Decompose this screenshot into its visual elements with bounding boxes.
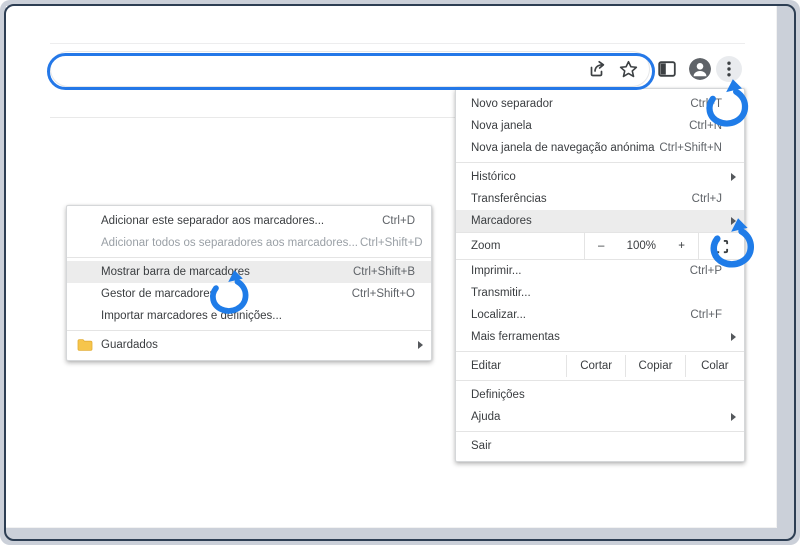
edit-label: Editar (471, 360, 502, 372)
submenu-item-adicionar-todos: Adicionar todos os separadores aos marca… (67, 232, 431, 254)
toolbar-top-divider (50, 43, 745, 44)
menu-item-ajuda[interactable]: Ajuda (456, 406, 744, 428)
cut-button[interactable]: Cortar (566, 355, 625, 377)
menu-item-marcadores[interactable]: Marcadores (456, 210, 744, 232)
paste-button[interactable]: Colar (684, 355, 744, 377)
zoom-level: 100% (626, 240, 657, 252)
menu-item-shortcut: Ctrl+N (689, 120, 722, 132)
menu-item-imprimir[interactable]: Imprimir... Ctrl+P (456, 260, 744, 282)
share-icon[interactable] (586, 58, 608, 80)
toolbar-bottom-divider (50, 117, 455, 118)
menu-item-label: Guardados (101, 339, 158, 351)
submenu-arrow-icon (731, 217, 736, 225)
submenu-item-importar[interactable]: Importar marcadores e definições... (67, 305, 431, 327)
menu-item-label: Definições (471, 389, 525, 401)
menu-separator (67, 257, 431, 258)
menu-item-nova-janela-anonima[interactable]: Nova janela de navegação anónima Ctrl+Sh… (456, 137, 744, 159)
menu-item-label: Novo separador (471, 98, 553, 110)
menu-item-label: Sair (471, 440, 492, 452)
zoom-in-button[interactable]: + (678, 240, 685, 252)
zoom-label: Zoom (471, 240, 501, 252)
menu-item-novo-separador[interactable]: Novo separador Ctrl+T (456, 93, 744, 115)
menu-item-label: Importar marcadores e definições... (101, 310, 282, 322)
menu-item-localizar[interactable]: Localizar... Ctrl+F (456, 304, 744, 326)
menu-item-label: Imprimir... (471, 265, 522, 277)
folder-icon (77, 339, 93, 351)
menu-separator (456, 380, 744, 381)
menu-item-shortcut: Ctrl+Shift+D (359, 237, 423, 249)
menu-item-label: Mostrar barra de marcadores (101, 266, 250, 278)
submenu-item-gestor[interactable]: Gestor de marcadores Ctrl+Shift+O (67, 283, 431, 305)
submenu-arrow-icon (731, 173, 736, 181)
menu-item-definicoes[interactable]: Definições (456, 384, 744, 406)
browser-menu: Novo separador Ctrl+T Nova janela Ctrl+N… (455, 88, 745, 462)
menu-separator (456, 431, 744, 432)
fullscreen-button[interactable] (699, 233, 744, 259)
menu-item-label: Mais ferramentas (471, 331, 560, 343)
zoom-out-button[interactable]: – (598, 240, 604, 252)
menu-item-mais-ferramentas[interactable]: Mais ferramentas (456, 326, 744, 348)
menu-item-shortcut: Ctrl+T (690, 98, 722, 110)
menu-item-zoom: Zoom – 100% + (456, 232, 744, 260)
submenu-arrow-icon (731, 413, 736, 421)
menu-item-shortcut: Ctrl+Shift+B (353, 266, 415, 278)
menu-item-shortcut: Ctrl+Shift+N (659, 142, 722, 154)
menu-item-shortcut: Ctrl+P (689, 265, 722, 277)
fullscreen-icon (714, 239, 729, 253)
menu-item-label: Gestor de marcadores (101, 288, 216, 300)
menu-item-historico[interactable]: Histórico (456, 166, 744, 188)
menu-item-label: Marcadores (471, 215, 532, 227)
menu-separator (67, 330, 431, 331)
menu-item-shortcut: Ctrl+Shift+O (351, 288, 415, 300)
copy-button[interactable]: Copiar (625, 355, 684, 377)
menu-item-label: Nova janela (471, 120, 532, 132)
submenu-item-guardados[interactable]: Guardados (67, 334, 431, 356)
submenu-arrow-icon (731, 333, 736, 341)
menu-item-shortcut: Ctrl+F (690, 309, 722, 321)
address-bar[interactable] (50, 51, 650, 87)
menu-item-nova-janela[interactable]: Nova janela Ctrl+N (456, 115, 744, 137)
menu-item-label: Adicionar este separador aos marcadores.… (101, 215, 325, 227)
menu-separator (456, 351, 744, 352)
submenu-item-adicionar-separador[interactable]: Adicionar este separador aos marcadores.… (67, 210, 431, 232)
menu-item-shortcut: Ctrl+J (691, 193, 722, 205)
bookmark-star-icon[interactable] (617, 58, 639, 80)
menu-item-label: Localizar... (471, 309, 526, 321)
menu-item-label: Adicionar todos os separadores aos marca… (101, 237, 358, 249)
tutorial-image: Novo separador Ctrl+T Nova janela Ctrl+N… (0, 0, 800, 545)
menu-item-label: Histórico (471, 171, 516, 183)
menu-item-transferencias[interactable]: Transferências Ctrl+J (456, 188, 744, 210)
menu-item-transmitir[interactable]: Transmitir... (456, 282, 744, 304)
bookmarks-submenu: Adicionar este separador aos marcadores.… (66, 205, 432, 361)
menu-item-label: Ajuda (471, 411, 501, 423)
menu-item-editar: Editar Cortar Copiar Colar (456, 355, 744, 377)
menu-separator (456, 162, 744, 163)
menu-item-label: Transmitir... (471, 287, 531, 299)
menu-item-label: Transferências (471, 193, 547, 205)
side-panel-icon[interactable] (657, 59, 677, 79)
submenu-arrow-icon (418, 341, 423, 349)
submenu-item-mostrar-barra[interactable]: Mostrar barra de marcadores Ctrl+Shift+B (67, 261, 431, 283)
menu-item-sair[interactable]: Sair (456, 435, 744, 457)
menu-item-label: Nova janela de navegação anónima (471, 142, 655, 154)
menu-item-shortcut: Ctrl+D (382, 215, 415, 227)
profile-icon[interactable] (689, 58, 711, 80)
menu-dots-icon[interactable] (716, 56, 742, 82)
